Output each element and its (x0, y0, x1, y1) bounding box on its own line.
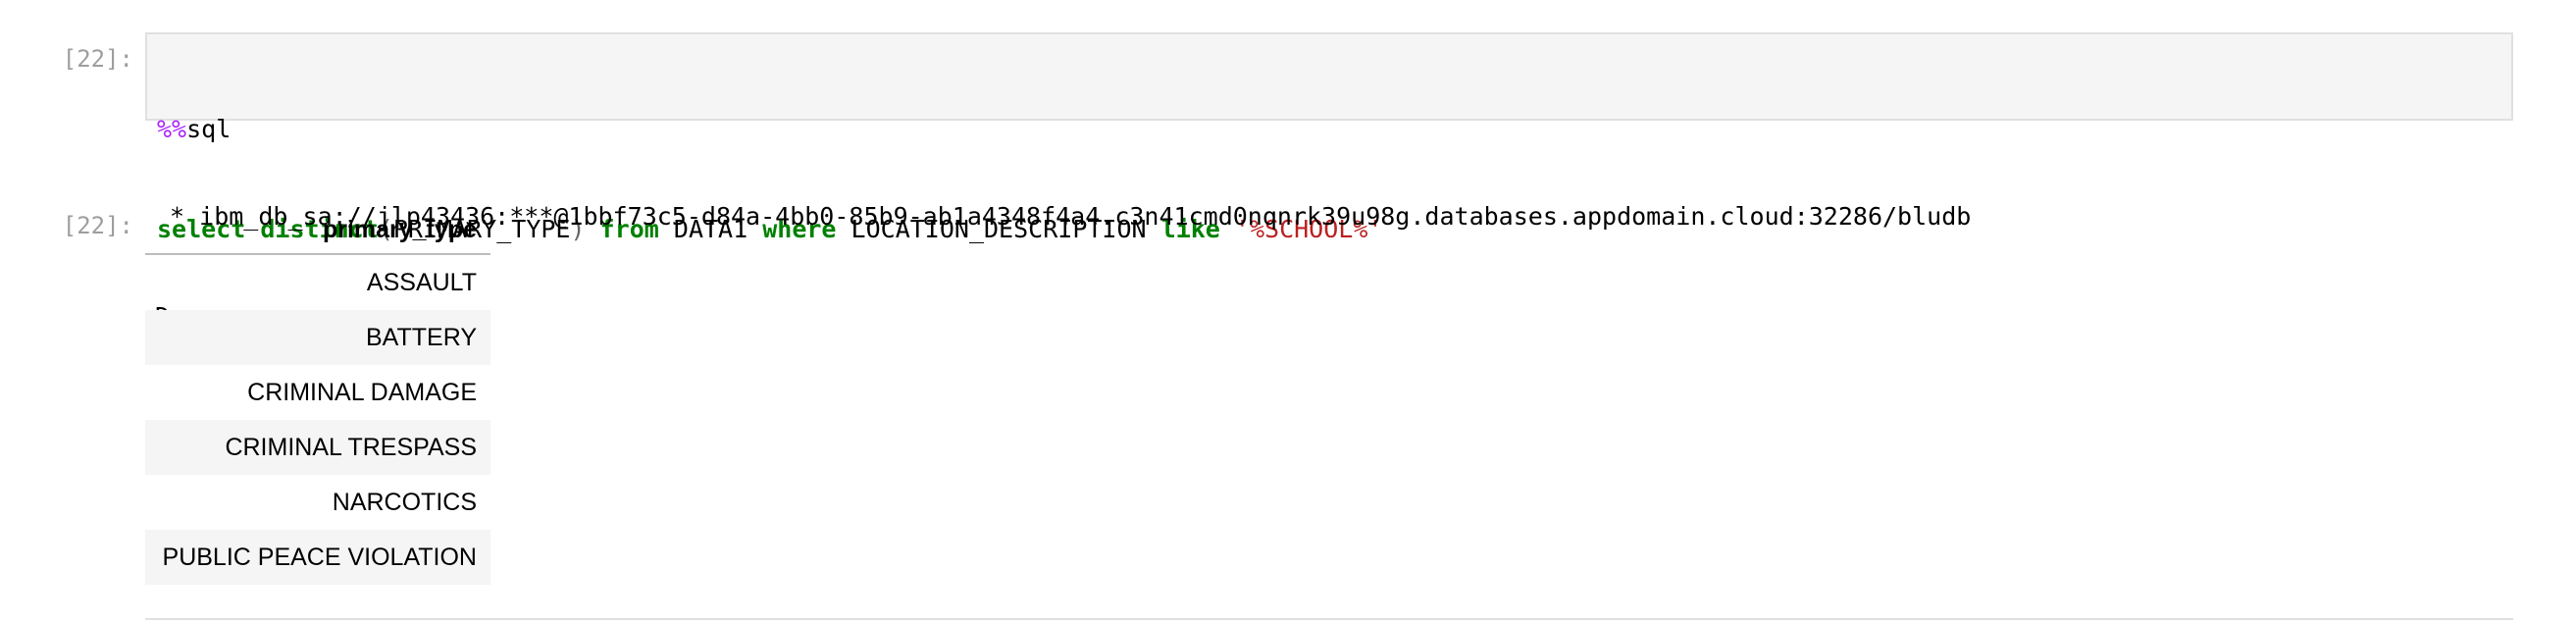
code-cell-editor[interactable]: %%sql select distinct(PRIMARY_TYPE) from… (145, 32, 2513, 243)
table-cell: NARCOTICS (332, 488, 477, 516)
table-header-row: primary_type (145, 206, 490, 255)
cell-divider (145, 618, 2513, 620)
table-row: CRIMINAL TRESPASS (145, 420, 490, 475)
table-row: PUBLIC PEACE VIOLATION (145, 530, 490, 585)
table-row: BATTERY (145, 310, 490, 365)
table-row: NARCOTICS (145, 475, 490, 530)
table-cell: BATTERY (145, 310, 490, 365)
table-cell: CRIMINAL DAMAGE (247, 378, 477, 406)
table-cell: PUBLIC PEACE VIOLATION (145, 530, 490, 585)
output-prompt: [22]: (62, 212, 133, 239)
column-header: primary_type (145, 206, 490, 255)
table-row: CRIMINAL DAMAGE (145, 365, 490, 420)
table-row: ASSAULT (145, 254, 490, 310)
table-cell: CRIMINAL TRESPASS (145, 420, 490, 475)
table-cell: ASSAULT (366, 268, 477, 296)
input-prompt: [22]: (62, 45, 133, 73)
result-table: primary_type ASSAULT BATTERY CRIMINAL DA… (145, 206, 490, 585)
